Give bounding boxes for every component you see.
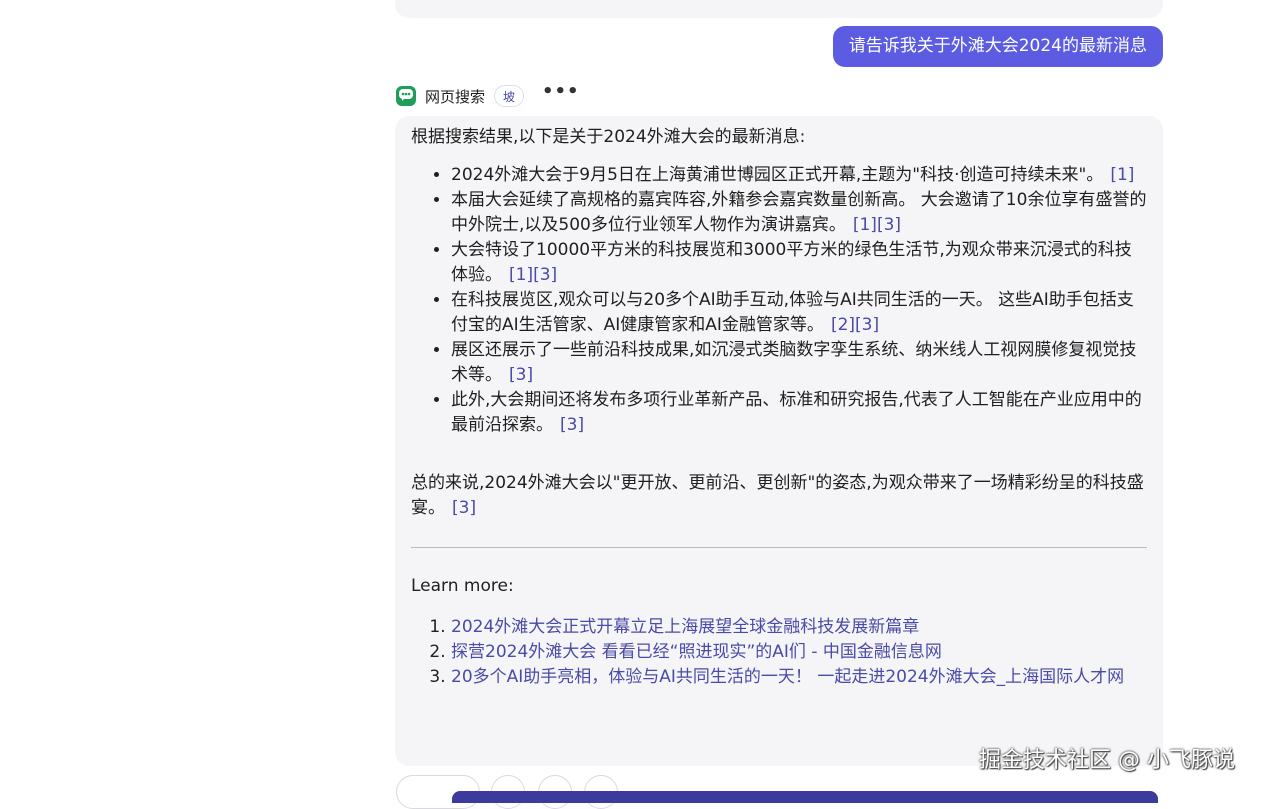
answer-bullet-text: 本届大会延续了高规格的嘉宾阵容,外籍参会嘉宾数量创新高。 大会邀请了10余位享有… xyxy=(451,190,1147,235)
citation-link[interactable]: [1][3] xyxy=(853,215,901,235)
answer-bullet-text: 2024外滩大会于9月5日在上海黄浦世博园区正式开幕,主题为"科技·创造可持续未… xyxy=(451,165,1104,185)
composer-bar[interactable] xyxy=(452,791,1158,803)
answer-bullet-text: 展区还展示了一些前沿科技成果,如沉浸式类脑数字孪生系统、纳米线人工视网膜修复视觉… xyxy=(451,340,1137,385)
answer-bullet: 本届大会延续了高规格的嘉宾阵容,外籍参会嘉宾数量创新高。 大会邀请了10余位享有… xyxy=(451,188,1147,238)
model-badge: 坡 xyxy=(494,85,525,107)
answer-bullet: 在科技展览区,观众可以与20多个AI助手互动,体验与AI共同生活的一天。 这些A… xyxy=(451,288,1147,338)
answer-bullet-list: 2024外滩大会于9月5日在上海黄浦世博园区正式开幕,主题为"科技·创造可持续未… xyxy=(411,163,1147,438)
source-item: 探营2024外滩大会 看看已经“照进现实”的AI们 - 中国金融信息网 xyxy=(451,640,1147,665)
previous-message-card xyxy=(395,0,1163,18)
citation-link[interactable]: [3] xyxy=(560,415,584,435)
more-options-button[interactable]: ••• xyxy=(542,83,580,105)
source-list: 2024外滩大会正式开幕立足上海展望全球金融科技发展新篇章探营2024外滩大会 … xyxy=(411,615,1147,690)
citation-link[interactable]: [3] xyxy=(452,498,476,518)
bot-avatar[interactable] xyxy=(396,86,416,106)
learn-more-title: Learn more: xyxy=(411,576,514,596)
answer-bullet: 此外,大会期间还将发布多项行业革新产品、标准和研究报告,代表了人工智能在产业应用… xyxy=(451,388,1147,438)
chat-bubble-icon xyxy=(398,87,414,106)
source-link[interactable]: 2024外滩大会正式开幕立足上海展望全球金融科技发展新篇章 xyxy=(451,617,919,637)
citation-link[interactable]: [1] xyxy=(1110,165,1134,185)
watermark: 掘金技术社区 @ 小飞豚说 xyxy=(979,748,1235,773)
bot-header: 网页搜索 坡 ••• xyxy=(396,83,580,108)
answer-bullet-text: 此外,大会期间还将发布多项行业革新产品、标准和研究报告,代表了人工智能在产业应用… xyxy=(451,390,1142,435)
answer-bullet: 2024外滩大会于9月5日在上海黄浦世博园区正式开幕,主题为"科技·创造可持续未… xyxy=(451,163,1147,188)
answer-summary: 总的来说,2024外滩大会以"更开放、更前沿、更创新"的姿态,为观众带来了一场精… xyxy=(411,471,1147,521)
answer-bullet: 大会特设了10000平方米的科技展览和3000平方米的绿色生活节,为观众带来沉浸… xyxy=(451,238,1147,288)
answer-intro: 根据搜索结果,以下是关于2024外滩大会的最新消息: xyxy=(411,127,806,147)
source-item: 20多个AI助手亮相，体验与AI共同生活的一天！ 一起走进2024外滩大会_上海… xyxy=(451,665,1147,690)
user-message-bubble: 请告诉我关于外滩大会2024的最新消息 xyxy=(832,26,1163,67)
citation-link[interactable]: [2][3] xyxy=(831,315,879,335)
answer-summary-text: 总的来说,2024外滩大会以"更开放、更前沿、更创新"的姿态,为观众带来了一场精… xyxy=(411,473,1144,518)
answer-bullet-text: 在科技展览区,观众可以与20多个AI助手互动,体验与AI共同生活的一天。 这些A… xyxy=(451,290,1134,335)
source-link[interactable]: 20多个AI助手亮相，体验与AI共同生活的一天！ 一起走进2024外滩大会_上海… xyxy=(451,667,1124,687)
source-item: 2024外滩大会正式开幕立足上海展望全球金融科技发展新篇章 xyxy=(451,615,1147,640)
source-link[interactable]: 探营2024外滩大会 看看已经“照进现实”的AI们 - 中国金融信息网 xyxy=(451,642,942,662)
answer-bullet: 展区还展示了一些前沿科技成果,如沉浸式类脑数字孪生系统、纳米线人工视网膜修复视觉… xyxy=(451,338,1147,388)
bot-answer-card: 根据搜索结果,以下是关于2024外滩大会的最新消息: 2024外滩大会于9月5日… xyxy=(395,116,1163,766)
citation-link[interactable]: [1][3] xyxy=(509,265,557,285)
citation-link[interactable]: [3] xyxy=(509,365,533,385)
bot-name[interactable]: 网页搜索 xyxy=(425,86,485,107)
divider xyxy=(411,547,1147,548)
